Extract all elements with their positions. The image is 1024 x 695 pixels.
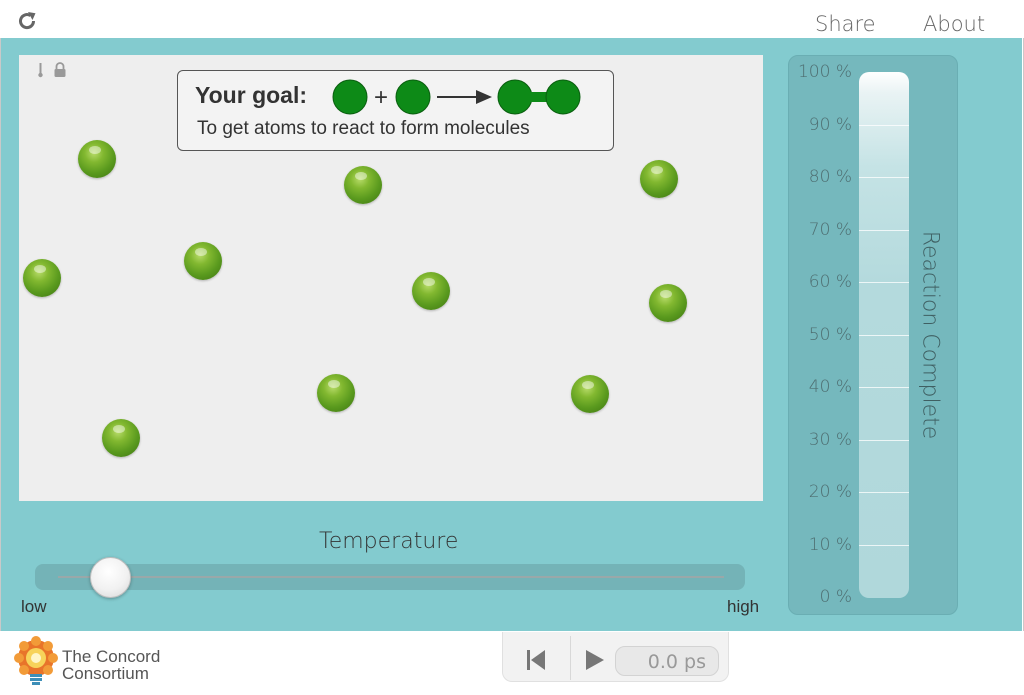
gauge-tick-line: [859, 334, 909, 336]
goal-molecule-atom-2: [545, 79, 581, 115]
gauge-tick-label: 0 %: [819, 587, 852, 607]
atom[interactable]: [412, 272, 450, 310]
temperature-slider-handle[interactable]: [90, 557, 131, 598]
gauge-tick-line: [859, 387, 909, 388]
gauge-tick-label: 20 %: [808, 482, 852, 502]
atom[interactable]: [649, 284, 687, 322]
gauge-tick-line: [859, 282, 909, 283]
reload-icon[interactable]: [16, 10, 38, 32]
goal-box: Your goal: + To get atoms to react to fo…: [177, 70, 614, 151]
concord-consortium-logo[interactable]: The Concord Consortium: [14, 636, 194, 688]
atom[interactable]: [317, 374, 355, 412]
share-link[interactable]: Share: [815, 12, 876, 36]
atom[interactable]: [23, 259, 61, 297]
goal-atom-2: [395, 79, 431, 115]
gauge-tick-label: 80 %: [808, 167, 852, 187]
top-bar: Share About: [0, 0, 1024, 38]
goal-arrow-head: [476, 90, 492, 104]
gauge-tick-line: [859, 229, 909, 231]
gauge-tick-label: 60 %: [808, 272, 852, 292]
gauge-tick-label: 30 %: [808, 429, 852, 450]
goal-atom-1: [332, 79, 368, 115]
gauge-tick-line: [859, 544, 909, 546]
atom[interactable]: [640, 160, 678, 198]
thermometer-icon[interactable]: [38, 63, 43, 78]
gauge-tick-label: 100 %: [797, 62, 852, 82]
gauge-tick-line: [859, 492, 909, 493]
atom[interactable]: [102, 419, 140, 457]
temperature-high-label: high: [727, 597, 760, 616]
reset-icon[interactable]: [521, 648, 551, 672]
lightbulb-logo-icon: [14, 636, 58, 685]
logo-text-line2: Consortium: [62, 664, 149, 683]
gauge-tick-label: 90 %: [808, 114, 852, 135]
play-icon[interactable]: [583, 648, 609, 672]
gauge-tick-label: 70 %: [808, 219, 852, 240]
gauge-tick-label: 40 %: [808, 377, 852, 397]
gauge-tick-label: 10 %: [808, 534, 852, 555]
goal-molecule-atom-1: [497, 79, 533, 115]
gauge-tick-line: [859, 439, 909, 441]
atom[interactable]: [571, 375, 609, 413]
sim-toolbar: [38, 62, 66, 78]
temperature-slider-line: [58, 576, 724, 578]
goal-title: Your goal:: [195, 82, 308, 108]
atom[interactable]: [78, 140, 116, 178]
playback-controls: 0.0 ps: [502, 632, 729, 682]
gauge-tick-label: 50 %: [808, 324, 852, 345]
controls-divider: [570, 636, 571, 680]
atom[interactable]: [184, 242, 222, 280]
about-link[interactable]: About: [923, 12, 985, 36]
goal-description: To get atoms to react to form molecules: [197, 118, 530, 139]
temperature-low-label: low: [21, 597, 47, 616]
gauge-tick-line: [859, 124, 909, 126]
gauge-tick-line: [859, 177, 909, 178]
goal-plus-sign: +: [374, 84, 388, 111]
reaction-diagram: +: [332, 79, 581, 115]
temperature-label: Temperature: [319, 529, 459, 554]
time-display: 0.0 ps: [615, 646, 719, 676]
reaction-complete-label: Reaction Complete: [917, 230, 943, 440]
lock-icon[interactable]: [54, 62, 66, 77]
atom[interactable]: [344, 166, 382, 204]
